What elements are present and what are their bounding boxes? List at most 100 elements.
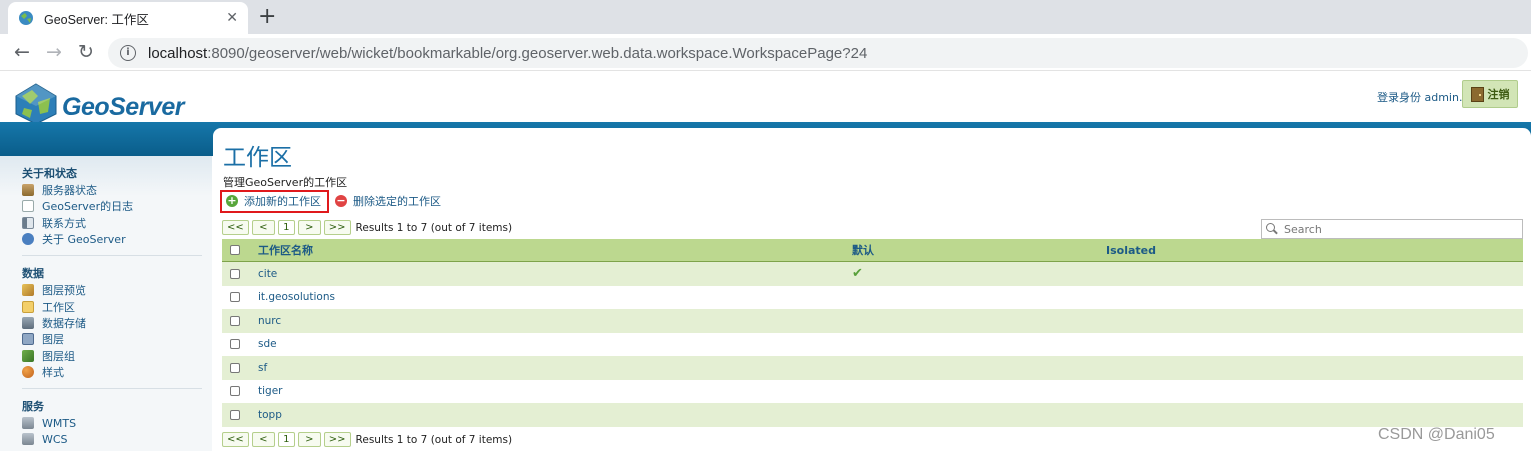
sidebar-nav: 关于和状态 服务器状态 GeoServer的日志 联系方式 关于 GeoServ… <box>22 166 202 454</box>
row-checkbox[interactable] <box>230 362 240 373</box>
pager-summary: Results 1 to 7 (out of 7 items) <box>355 433 513 446</box>
server-status-icon <box>22 184 34 197</box>
table-row: it.geosolutions <box>222 285 1523 309</box>
browser-toolbar: ← → ↻ i localhost :8090/geoserver/web/wi… <box>0 34 1531 71</box>
logout-button[interactable]: 注销 <box>1462 80 1518 108</box>
geoserver-logo-text[interactable]: GeoServer <box>62 93 184 122</box>
sidebar-divider <box>22 387 202 389</box>
pager-bottom: << < 1 > >> Results 1 to 7 (out of 7 ite… <box>222 432 512 447</box>
remove-workspace-link[interactable]: − 删除选定的工作区 <box>335 193 441 209</box>
workspace-name-link[interactable]: topp <box>258 409 852 421</box>
sidebar-item-label: 图层预览 <box>42 284 86 298</box>
row-checkbox[interactable] <box>230 409 240 420</box>
style-palette-icon <box>22 365 34 378</box>
pager-page-button[interactable]: 1 <box>277 220 295 235</box>
pager-first-button[interactable]: << <box>222 220 249 235</box>
row-checkbox[interactable] <box>230 339 240 350</box>
row-checkbox[interactable] <box>230 292 240 303</box>
address-bar[interactable]: i localhost :8090/geoserver/web/wicket/b… <box>108 38 1528 68</box>
pager-summary: Results 1 to 7 (out of 7 items) <box>355 221 513 234</box>
site-info-icon[interactable]: i <box>120 45 136 61</box>
workspace-name-link[interactable]: sde <box>258 338 852 350</box>
table-header: 工作区名称 默认 Isolated <box>222 239 1523 262</box>
sidebar-item-layer-preview[interactable]: 图层预览 <box>22 282 202 298</box>
sidebar-item-label: WMTS <box>42 416 77 430</box>
sidebar-item-contact[interactable]: 联系方式 <box>22 215 202 231</box>
url-host: localhost <box>148 44 208 62</box>
sidebar-item-label: 联系方式 <box>42 216 86 230</box>
workspace-table: 工作区名称 默认 Isolated cite ✔ it.geosolutions… <box>222 239 1523 427</box>
pager-prev-button[interactable]: < <box>251 220 275 235</box>
sidebar-item-logs[interactable]: GeoServer的日志 <box>22 198 202 214</box>
sidebar-item-server-status[interactable]: 服务器状态 <box>22 182 202 198</box>
layer-icon <box>22 333 34 346</box>
column-header-name[interactable]: 工作区名称 <box>258 242 852 258</box>
pager-first-button[interactable]: << <box>222 432 249 447</box>
workspace-name-link[interactable]: cite <box>258 268 852 280</box>
sidebar-item-label: 数据存储 <box>42 316 86 330</box>
sidebar-item-wmts[interactable]: WMTS <box>22 415 202 431</box>
forward-arrow-icon[interactable]: → <box>42 40 66 64</box>
service-icon <box>22 433 34 446</box>
add-workspace-link[interactable]: + 添加新的工作区 <box>226 193 321 209</box>
pager-prev-button[interactable]: < <box>251 432 275 447</box>
sidebar-section-title: 数据 <box>22 267 44 281</box>
pager-last-button[interactable]: >> <box>323 220 351 235</box>
logout-door-icon <box>1470 86 1484 102</box>
table-row: sf <box>222 356 1523 380</box>
search-input[interactable] <box>1284 222 1514 236</box>
layer-preview-icon <box>22 284 34 297</box>
pager-page-button[interactable]: 1 <box>277 432 295 447</box>
log-page-icon <box>22 200 34 213</box>
sidebar-item-layer-groups[interactable]: 图层组 <box>22 347 202 363</box>
row-checkbox[interactable] <box>230 268 240 279</box>
pager-top: << < 1 > >> Results 1 to 7 (out of 7 ite… <box>222 220 512 235</box>
watermark: CSDN @Dani05 <box>1378 426 1495 443</box>
add-workspace-label: 添加新的工作区 <box>244 195 321 208</box>
table-row: nurc <box>222 309 1523 333</box>
remove-workspace-label: 删除选定的工作区 <box>353 195 441 208</box>
sidebar-item-label: WCS <box>42 432 68 446</box>
workspace-name-link[interactable]: sf <box>258 362 852 374</box>
sidebar-item-wcs[interactable]: WCS <box>22 431 202 447</box>
workspace-name-link[interactable]: it.geosolutions <box>258 291 852 303</box>
workspace-actions: + 添加新的工作区 − 删除选定的工作区 <box>220 189 441 213</box>
remove-minus-icon: − <box>335 194 347 207</box>
new-tab-button[interactable]: + <box>258 4 276 30</box>
sidebar-divider <box>22 255 202 257</box>
column-header-isolated[interactable]: Isolated <box>1106 244 1523 257</box>
add-plus-icon: + <box>226 194 238 207</box>
folder-icon <box>22 300 34 313</box>
geoserver-favicon-icon <box>19 11 33 25</box>
default-check-icon: ✔ <box>852 266 863 282</box>
browser-tab[interactable]: GeoServer: 工作区 ✕ <box>8 2 248 34</box>
row-checkbox[interactable] <box>230 386 240 397</box>
back-arrow-icon[interactable]: ← <box>10 40 34 64</box>
sidebar-item-about[interactable]: 关于 GeoServer <box>22 231 202 247</box>
column-header-default[interactable]: 默认 <box>852 242 1106 258</box>
sidebar-section-title: 服务 <box>22 399 44 413</box>
url-path: :8090/geoserver/web/wicket/bookmarkable/… <box>207 44 868 62</box>
pager-next-button[interactable]: > <box>297 432 321 447</box>
table-row: sde <box>222 332 1523 356</box>
main-content: 工作区 管理GeoServer的工作区 + 添加新的工作区 − 删除选定的工作区… <box>213 128 1531 451</box>
row-checkbox[interactable] <box>230 315 240 326</box>
workspace-name-link[interactable]: tiger <box>258 385 852 397</box>
table-row: tiger <box>222 379 1523 403</box>
pager-next-button[interactable]: > <box>297 220 321 235</box>
sidebar-item-layers[interactable]: 图层 <box>22 331 202 347</box>
sidebar-section-title: 关于和状态 <box>22 167 77 180</box>
geoserver-logo-icon[interactable] <box>12 82 60 126</box>
close-tab-icon[interactable]: ✕ <box>226 10 238 26</box>
search-box[interactable] <box>1261 219 1523 239</box>
select-all-checkbox[interactable] <box>230 245 240 255</box>
sidebar-item-stores[interactable]: 数据存储 <box>22 315 202 331</box>
workspace-name-link[interactable]: nurc <box>258 315 852 327</box>
service-icon <box>22 417 34 430</box>
about-info-icon <box>22 233 34 246</box>
sidebar-item-workspaces[interactable]: 工作区 <box>22 298 202 314</box>
pager-last-button[interactable]: >> <box>323 432 351 447</box>
reload-icon[interactable]: ↻ <box>74 40 98 64</box>
login-status: 登录身份 admin. <box>1377 91 1463 104</box>
sidebar-item-styles[interactable]: 样式 <box>22 364 202 380</box>
